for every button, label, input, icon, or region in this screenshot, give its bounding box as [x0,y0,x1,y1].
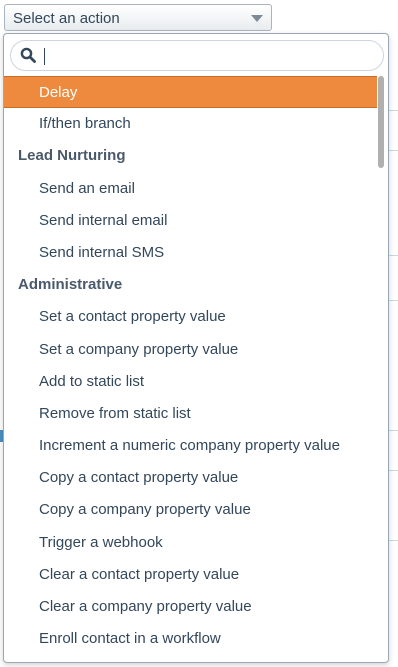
list-item-add-to-static-list[interactable]: Add to static list [4,366,377,398]
list-item-label: Set a company property value [39,340,239,358]
list-item-label: Send internal SMS [39,243,165,261]
list-item-label: Trigger a webhook [39,533,163,551]
list-item-label: Add to static list [39,372,145,390]
list-item-remove-from-static-list[interactable]: Remove from static list [4,398,377,430]
list-item-label: Delay [39,84,78,101]
scrollbar[interactable] [377,76,385,660]
list-item-send-internal-sms[interactable]: Send internal SMS [4,237,377,269]
list-item-copy-company-property[interactable]: Copy a company property value [4,494,377,526]
list-item-label: Copy a contact property value [39,469,239,487]
list-item-label: Remove from static list [39,404,191,422]
scrollbar-thumb[interactable] [378,76,384,168]
list-item-set-contact-property[interactable]: Set a contact property value [4,301,377,333]
action-dropdown: Delay If/then branch Lead Nurturing Send… [3,33,389,663]
list-item-label: Send an email [39,179,135,197]
list-item-send-internal-email[interactable]: Send internal email [4,205,377,237]
list-item-send-email[interactable]: Send an email [4,173,377,205]
action-select[interactable]: Select an action [4,4,272,31]
list-item-copy-contact-property[interactable]: Copy a contact property value [4,462,377,494]
list-item-delay[interactable]: Delay [4,76,377,109]
list-item-label: Set a contact property value [39,308,226,326]
group-header-administrative: Administrative [18,276,123,294]
list-item-label: Clear a contact property value [39,565,240,583]
list-item-set-company-property[interactable]: Set a company property value [4,334,377,366]
list-item-increment-company-property[interactable]: Increment a numeric company property val… [4,430,377,462]
text-cursor [44,48,45,65]
list-item-enroll-in-workflow[interactable]: Enroll contact in a workflow [4,623,377,655]
list-item-label: Send internal email [39,211,168,229]
list-item-label: Clear a company property value [39,598,252,615]
chevron-down-icon[interactable] [251,15,263,22]
search-input[interactable] [47,44,371,69]
list-item-label: If/then branch [39,115,131,133]
list-item-label: Increment a numeric company property val… [39,437,340,455]
list-item-clear-company-property[interactable]: Clear a company property value [4,591,377,623]
list-item-label: Copy a company property value [39,501,251,519]
action-select-value: Select an action [13,10,120,27]
list-item-if-then-branch[interactable]: If/then branch [4,108,377,140]
list-item-clear-contact-property[interactable]: Clear a contact property value [4,559,377,591]
search-box[interactable] [10,40,384,71]
list-item-trigger-webhook[interactable]: Trigger a webhook [4,527,377,559]
group-header-lead-nurturing: Lead Nurturing [18,147,126,165]
search-icon [20,47,36,63]
action-list: Delay If/then branch Lead Nurturing Send… [4,76,377,655]
list-item-label: Enroll contact in a workflow [39,630,221,648]
